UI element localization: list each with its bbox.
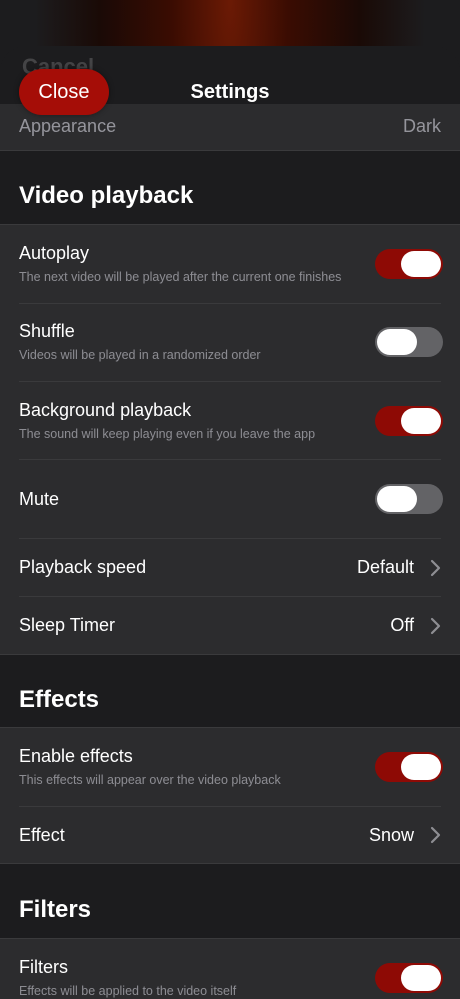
background-playback-subtitle: The sound will keep playing even if you … bbox=[19, 427, 316, 441]
autoplay-title: Autoplay bbox=[19, 243, 90, 263]
video-playback-group: Autoplay The next video will be played a… bbox=[0, 224, 460, 655]
toggle-knob bbox=[401, 408, 441, 434]
autoplay-subtitle: The next video will be played after the … bbox=[19, 270, 342, 284]
background-playback-row[interactable]: Background playback The sound will keep … bbox=[0, 381, 460, 459]
toggle-knob bbox=[401, 754, 441, 780]
toggle-knob bbox=[401, 965, 441, 991]
filters-subtitle: Effects will be applied to the video its… bbox=[19, 984, 237, 998]
chevron-right-icon bbox=[430, 617, 441, 635]
enable-effects-toggle[interactable] bbox=[375, 752, 443, 782]
toggle-knob bbox=[377, 486, 417, 512]
effects-group: Enable effects This effects will appear … bbox=[0, 727, 460, 864]
settings-sheet: Cancel Appearance Dark Close Settings Vi… bbox=[0, 46, 460, 999]
effect-value: Snow bbox=[368, 825, 414, 845]
filters-row[interactable]: Filters Effects will be applied to the v… bbox=[0, 939, 460, 999]
sleep-timer-title: Sleep Timer bbox=[19, 615, 116, 635]
filters-title: Filters bbox=[19, 957, 68, 977]
toggle-knob bbox=[401, 251, 441, 277]
playback-speed-title: Playback speed bbox=[19, 557, 147, 577]
playback-speed-row[interactable]: Playback speed Default bbox=[0, 538, 460, 596]
appearance-label: Appearance bbox=[19, 116, 117, 136]
toggle-knob bbox=[377, 329, 417, 355]
section-title-effects: Effects bbox=[19, 686, 100, 713]
enable-effects-title: Enable effects bbox=[19, 746, 133, 766]
section-title-video-playback: Video playback bbox=[19, 182, 194, 209]
mute-row[interactable]: Mute bbox=[0, 459, 460, 538]
background-playback-toggle[interactable] bbox=[375, 406, 443, 436]
mute-title: Mute bbox=[19, 489, 60, 509]
enable-effects-row[interactable]: Enable effects This effects will appear … bbox=[0, 728, 460, 806]
filters-group: Filters Effects will be applied to the v… bbox=[0, 938, 460, 999]
shuffle-toggle[interactable] bbox=[375, 327, 443, 357]
shuffle-title: Shuffle bbox=[19, 321, 75, 341]
enable-effects-subtitle: This effects will appear over the video … bbox=[19, 773, 281, 787]
appearance-value: Dark bbox=[402, 116, 441, 136]
sheet-header: Close Settings bbox=[0, 46, 460, 116]
autoplay-row[interactable]: Autoplay The next video will be played a… bbox=[0, 225, 460, 303]
playback-speed-value: Default bbox=[356, 557, 414, 577]
autoplay-toggle[interactable] bbox=[375, 249, 443, 279]
chevron-right-icon bbox=[430, 559, 441, 577]
effect-row[interactable]: Effect Snow bbox=[0, 806, 460, 863]
filters-toggle[interactable] bbox=[375, 963, 443, 993]
shuffle-row[interactable]: Shuffle Videos will be played in a rando… bbox=[0, 303, 460, 381]
effect-title: Effect bbox=[19, 825, 65, 845]
section-title-filters: Filters bbox=[19, 896, 92, 923]
background-playback-title: Background playback bbox=[19, 400, 192, 420]
shuffle-subtitle: Videos will be played in a randomized or… bbox=[19, 348, 261, 362]
sleep-timer-row[interactable]: Sleep Timer Off bbox=[0, 596, 460, 654]
chevron-right-icon bbox=[430, 826, 441, 844]
sleep-timer-value: Off bbox=[390, 615, 414, 635]
mute-toggle[interactable] bbox=[375, 484, 443, 514]
page-title: Settings bbox=[190, 81, 270, 103]
